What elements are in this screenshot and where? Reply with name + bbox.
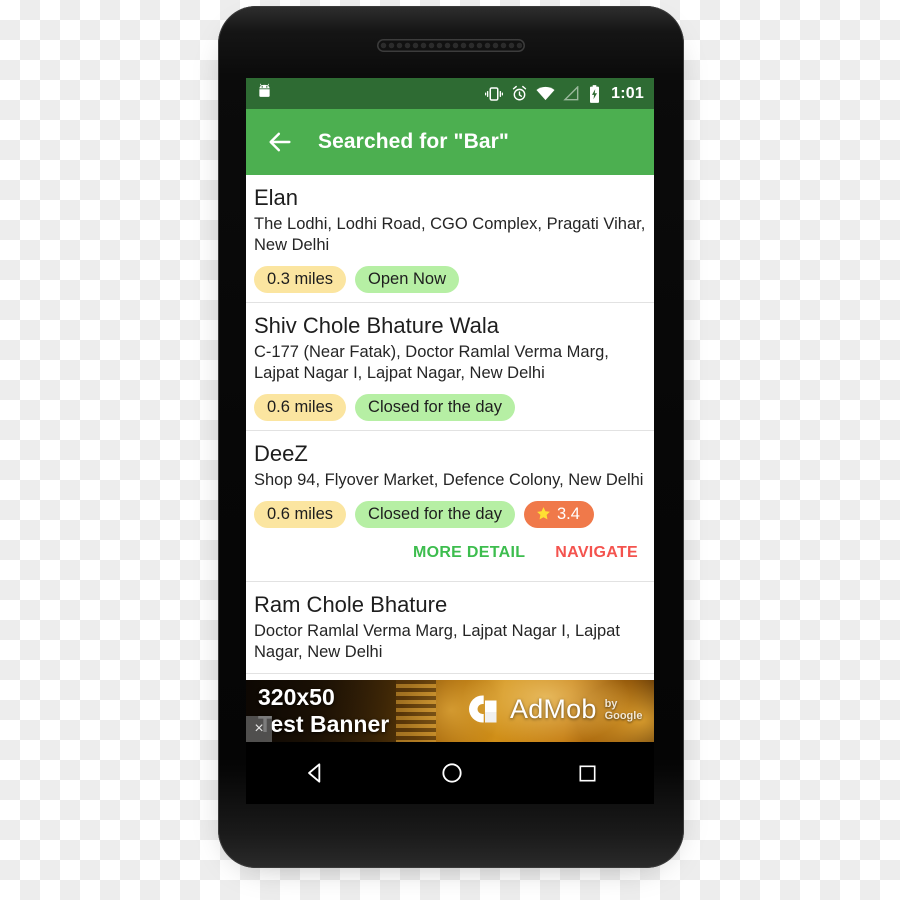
nav-back-icon[interactable] <box>302 760 328 786</box>
signal-icon <box>563 86 580 101</box>
result-address: The Lodhi, Lodhi Road, CGO Complex, Prag… <box>254 214 646 255</box>
table-row[interactable]: DeeZ Shop 94, Flyover Market, Defence Co… <box>246 431 654 583</box>
navigate-button[interactable]: NAVIGATE <box>555 544 638 562</box>
distance-badge: 0.3 miles <box>254 265 347 294</box>
table-row[interactable]: Ram Chole Bhature Doctor Ramlal Verma Ma… <box>246 582 654 674</box>
result-name: Ram Chole Bhature <box>254 592 448 618</box>
result-address: C-177 (Near Fatak), Doctor Ramlal Verma … <box>254 343 609 383</box>
earpiece-speaker <box>377 39 525 52</box>
admob-test-banner[interactable]: 320x50 Test Banner AdMob by Google × <box>246 680 654 742</box>
battery-charging-icon <box>588 84 601 103</box>
phone-screen: 1:01 Searched for "Bar" Elan The Lodhi, … <box>246 78 654 742</box>
result-chips: 0.3 miles Open Now <box>254 265 646 294</box>
close-icon[interactable]: × <box>246 716 272 742</box>
status-badge: Open Now <box>355 265 459 294</box>
result-name: DeeZ <box>254 441 308 467</box>
nav-home-icon[interactable] <box>439 760 465 786</box>
android-navigation-bar <box>246 742 654 804</box>
distance-badge: 0.6 miles <box>254 500 347 529</box>
status-bar-left <box>255 82 274 106</box>
search-results-list: Elan The Lodhi, Lodhi Road, CGO Complex,… <box>246 175 654 674</box>
wifi-icon <box>536 86 555 101</box>
distance-badge: 0.6 miles <box>254 393 347 422</box>
result-name: Shiv Chole Bhature Wala <box>254 313 499 339</box>
result-address: Doctor Ramlal Verma Marg, Lajpat Nagar I… <box>254 622 620 662</box>
star-icon <box>536 506 551 521</box>
ad-filmstrip-decoration <box>396 680 436 742</box>
status-badge: Closed for the day <box>355 500 515 529</box>
table-row[interactable]: Elan The Lodhi, Lodhi Road, CGO Complex,… <box>246 175 654 304</box>
status-bar: 1:01 <box>246 78 654 109</box>
more-detail-button[interactable]: MORE DETAIL <box>413 544 525 562</box>
result-address: Shop 94, Flyover Market, Defence Colony,… <box>254 471 644 490</box>
table-row[interactable]: Shiv Chole Bhature Wala C-177 (Near Fata… <box>246 303 654 432</box>
result-chips: 0.6 miles Closed for the day 3.4 <box>254 500 646 529</box>
status-bar-right: 1:01 <box>485 84 644 103</box>
ad-headline: 320x50 Test Banner <box>258 684 390 738</box>
alarm-icon <box>511 85 528 102</box>
status-bar-clock: 1:01 <box>611 84 644 102</box>
vibrate-icon <box>485 86 504 102</box>
admob-mark-icon <box>460 688 502 730</box>
result-chips: 0.6 miles Closed for the day <box>254 393 646 422</box>
admob-brand-text: AdMob <box>510 693 597 724</box>
android-robot-icon <box>255 82 274 106</box>
page-title: Searched for "Bar" <box>318 130 509 153</box>
rating-value: 3.4 <box>556 504 580 523</box>
back-arrow-icon[interactable] <box>266 128 294 156</box>
result-actions: MORE DETAIL NAVIGATE <box>254 544 646 562</box>
rating-badge: 3.4 <box>523 500 594 529</box>
result-name: Elan <box>254 185 299 210</box>
app-toolbar: Searched for "Bar" <box>246 109 654 175</box>
status-badge: Closed for the day <box>355 393 515 422</box>
speaker-grille-dots <box>380 41 522 50</box>
admob-logo: AdMob by Google <box>460 688 654 730</box>
admob-byline-text: by Google <box>604 698 643 722</box>
screenshot-stage: 1:01 Searched for "Bar" Elan The Lodhi, … <box>0 0 900 900</box>
nav-recents-icon[interactable] <box>576 762 599 785</box>
